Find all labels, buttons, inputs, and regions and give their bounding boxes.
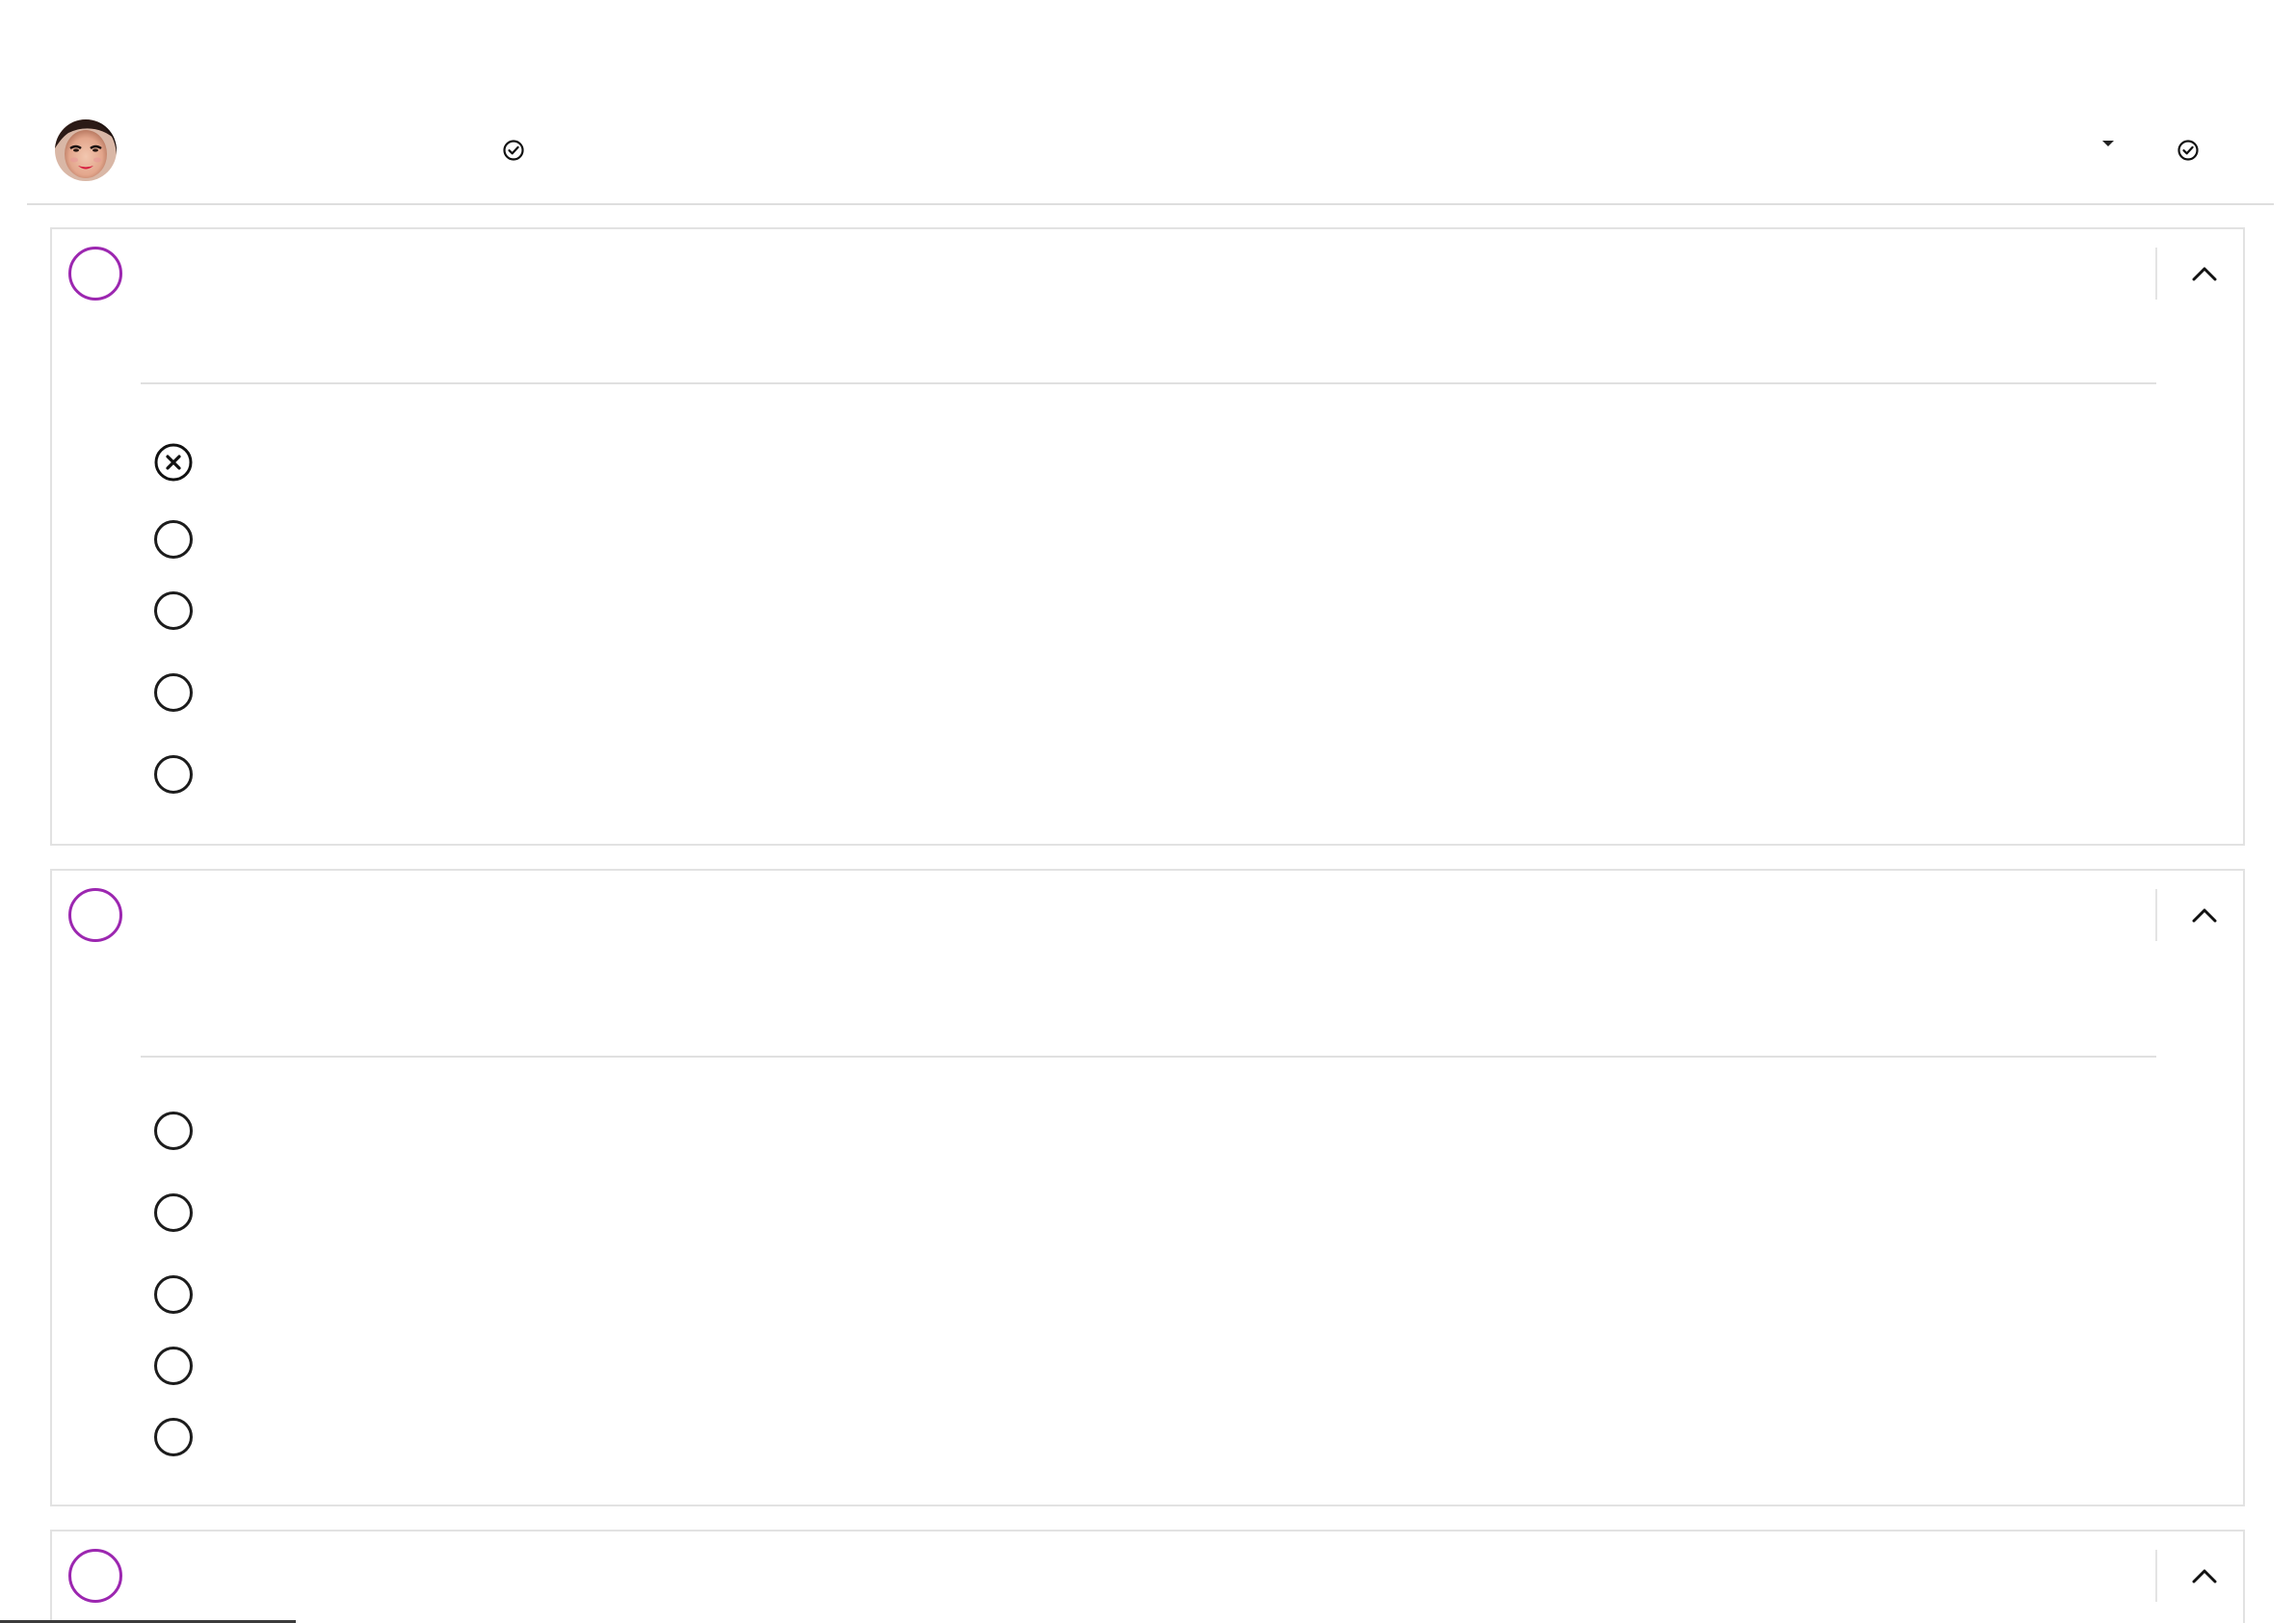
divider bbox=[141, 382, 2156, 384]
option-item[interactable] bbox=[154, 439, 2129, 485]
option-item[interactable] bbox=[154, 751, 2129, 798]
collapse-button[interactable] bbox=[2181, 254, 2228, 293]
question-card bbox=[50, 869, 2245, 1506]
radio-button[interactable] bbox=[154, 673, 193, 712]
chevron-up-icon bbox=[2192, 908, 2217, 923]
option-item[interactable] bbox=[154, 588, 2129, 634]
radio-button[interactable] bbox=[154, 520, 193, 559]
radio-button[interactable] bbox=[154, 1275, 193, 1314]
divider bbox=[2155, 1550, 2157, 1602]
radio-button[interactable] bbox=[154, 1418, 193, 1456]
incorrect-answer-icon bbox=[154, 443, 193, 482]
option-item[interactable] bbox=[154, 669, 2129, 716]
collapse-button[interactable] bbox=[2181, 1557, 2228, 1595]
caret-down-icon[interactable] bbox=[2101, 135, 2115, 146]
question-card bbox=[50, 1530, 2245, 1623]
avatar[interactable] bbox=[55, 119, 117, 181]
radio-button[interactable] bbox=[154, 1193, 193, 1232]
question-marker bbox=[68, 888, 122, 942]
chevron-up-icon bbox=[2192, 1569, 2217, 1584]
header-bar bbox=[27, 104, 2274, 205]
check-circle-icon[interactable] bbox=[2177, 140, 2199, 161]
check-circle-icon bbox=[503, 140, 524, 161]
option-item[interactable] bbox=[154, 1343, 2129, 1389]
option-item[interactable] bbox=[154, 1414, 2129, 1460]
question-card bbox=[50, 227, 2245, 846]
radio-button[interactable] bbox=[154, 591, 193, 630]
question-marker bbox=[68, 1549, 122, 1603]
question-marker bbox=[68, 247, 122, 301]
radio-button[interactable] bbox=[154, 1347, 193, 1385]
quiz-page bbox=[0, 0, 2296, 1623]
option-item[interactable] bbox=[154, 1190, 2129, 1236]
radio-button[interactable] bbox=[154, 1112, 193, 1150]
collapse-button[interactable] bbox=[2181, 896, 2228, 934]
divider bbox=[2155, 248, 2157, 300]
radio-button[interactable] bbox=[154, 755, 193, 794]
option-item[interactable] bbox=[154, 1271, 2129, 1318]
divider bbox=[141, 1056, 2156, 1058]
divider bbox=[2155, 889, 2157, 941]
option-item[interactable] bbox=[154, 516, 2129, 563]
chevron-up-icon bbox=[2192, 267, 2217, 281]
option-item[interactable] bbox=[154, 1108, 2129, 1154]
